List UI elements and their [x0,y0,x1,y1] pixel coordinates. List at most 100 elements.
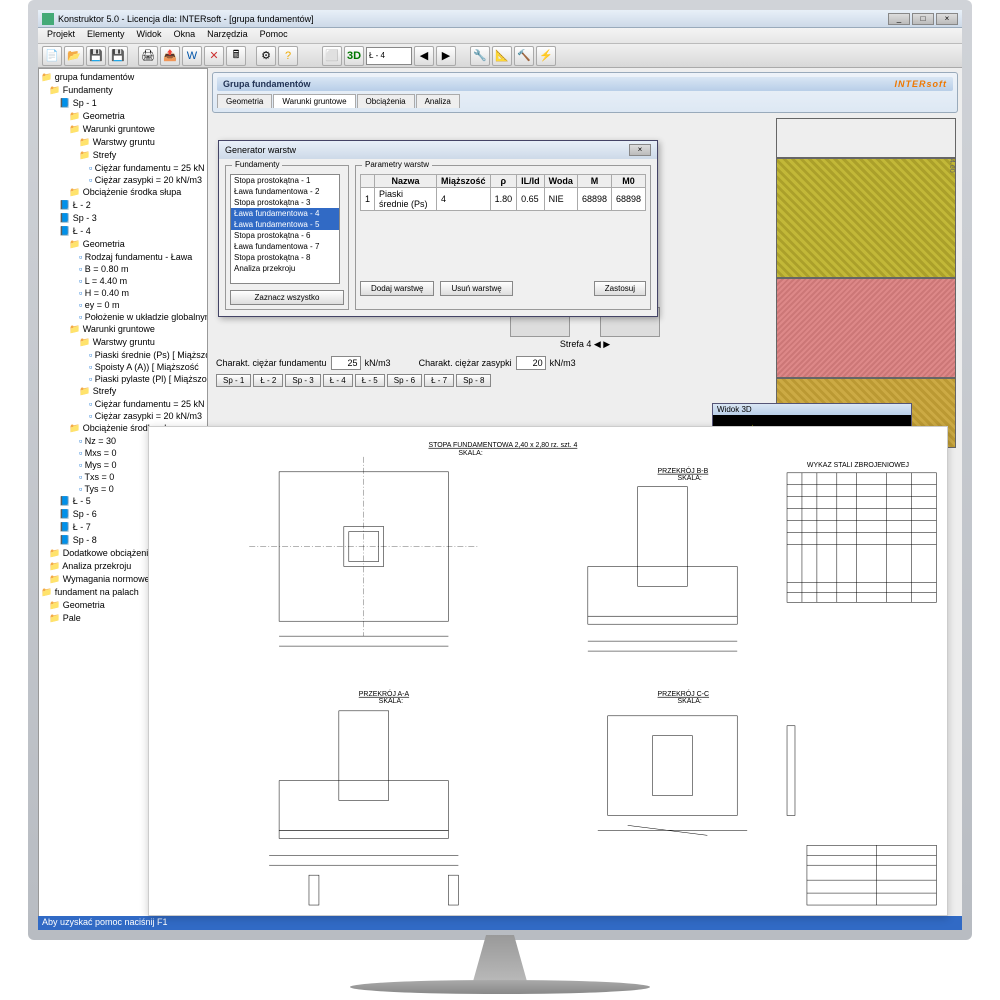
monitor-stand [430,935,570,985]
strefa-button[interactable]: Sp - 3 [285,374,320,387]
menu-widok[interactable]: Widok [132,28,167,43]
dialog-close-button[interactable]: × [629,144,651,156]
tab-obciazenia[interactable]: Obciążenia [357,94,415,108]
tree-node[interactable]: ▫ Położenie w układzie globalnym [41,311,205,323]
list-item[interactable]: Stopa prostokątna - 3 [231,197,339,208]
help-icon[interactable]: ? [278,46,298,66]
remove-layer-button[interactable]: Usuń warstwę [440,281,512,296]
list-item[interactable]: Stopa prostokątna - 8 [231,252,339,263]
tree-node[interactable]: ▫ Piaski średnie (Ps) [ Miąższość [41,349,205,361]
tree-node[interactable]: 📁 Fundamenty [41,84,205,97]
tree-node[interactable]: 📁 Geometria [41,110,205,123]
strefa-button[interactable]: Sp - 8 [456,374,491,387]
menu-narzedzia[interactable]: Narzędzia [202,28,253,43]
tree-node[interactable]: ▫ B = 0.80 m [41,263,205,275]
export-icon[interactable]: 📤 [160,46,180,66]
generator-dialog: Generator warstw × Fundamenty Stopa pros… [218,140,658,317]
brand-logo: INTERsoft [895,79,948,89]
list-item[interactable]: Ława fundamentowa - 2 [231,186,339,197]
tool2-icon[interactable]: 📐 [492,46,512,66]
tree-node[interactable]: 📁 Warunki gruntowe [41,123,205,136]
tree-node[interactable]: 📁 grupa fundamentów [41,71,205,84]
tree-node[interactable]: 📘 Sp - 3 [41,212,205,225]
tree-node[interactable]: 📁 Geometria [41,238,205,251]
list-item[interactable]: Analiza przekroju [231,263,339,274]
save-icon[interactable]: 💾 [86,46,106,66]
list-item[interactable]: Ława fundamentowa - 7 [231,241,339,252]
settings-icon[interactable]: ⚙ [256,46,276,66]
strefa-button[interactable]: Ł - 7 [424,374,454,387]
apply-button[interactable]: Zastosuj [594,281,646,296]
tree-node[interactable]: 📁 Warstwy gruntu [41,136,205,149]
ciezar-zas-input[interactable] [516,356,546,370]
tree-node[interactable]: ▫ Piaski pylaste (Pl) [ Miąższość [41,373,205,385]
tree-node[interactable]: ▫ Ciężar fundamentu = 25 kN [41,398,205,410]
calc-icon[interactable]: 🖩 [226,46,246,66]
tree-node[interactable]: 📘 Ł - 4 [41,225,205,238]
maximize-button[interactable]: □ [912,13,934,25]
right-icon[interactable]: ▶ [436,46,456,66]
close-button[interactable]: × [936,13,958,25]
tab-analiza[interactable]: Analiza [416,94,460,108]
menu-pomoc[interactable]: Pomoc [255,28,293,43]
minimize-button[interactable]: _ [888,13,910,25]
strefa-label: Strefa 4 [560,339,592,349]
svg-text:WYKAZ STALI ZBROJENIOWEJ: WYKAZ STALI ZBROJENIOWEJ [807,462,909,469]
tab-geometria[interactable]: Geometria [217,94,272,108]
strefa-button[interactable]: Sp - 1 [216,374,251,387]
panel-title: Grupa fundamentów [223,79,311,89]
tree-node[interactable]: ▫ ey = 0 m [41,299,205,311]
tab-warunki[interactable]: Warunki gruntowe [273,94,355,108]
grp-fundamenty: Fundamenty [232,160,282,169]
tree-node[interactable]: ▫ Ciężar fundamentu = 25 kN [41,162,205,174]
tree-node[interactable]: ▫ Ciężar zasypki = 20 kN/m3 [41,174,205,186]
list-item[interactable]: Stopa prostokątna - 1 [231,175,339,186]
tool3-icon[interactable]: 🔨 [514,46,534,66]
list-item[interactable]: Ława fundamentowa - 5 [231,219,339,230]
menu-okna[interactable]: Okna [169,28,201,43]
print-icon[interactable]: 🖨 [138,46,158,66]
menu-elementy[interactable]: Elementy [82,28,130,43]
open-icon[interactable]: 📂 [64,46,84,66]
strefa-button[interactable]: Ł - 5 [355,374,385,387]
unit1: kN/m3 [365,358,391,368]
element-dropdown[interactable] [366,47,412,65]
svg-text:PRZEKRÓJ A-A: PRZEKRÓJ A-A [359,689,410,698]
new-icon[interactable]: 📄 [42,46,62,66]
tree-node[interactable]: ▫ Rodzaj fundamentu - Ława [41,251,205,263]
element-icon[interactable]: ⬜ [322,46,342,66]
list-item[interactable]: Ława fundamentowa - 4 [231,208,339,219]
ciezar-fund-input[interactable] [331,356,361,370]
strefa-button[interactable]: Sp - 6 [387,374,422,387]
tool1-icon[interactable]: 🔧 [470,46,490,66]
strefa-button[interactable]: Ł - 2 [253,374,283,387]
tree-node[interactable]: 📁 Warunki gruntowe [41,323,205,336]
tree-node[interactable]: 📘 Sp - 1 [41,97,205,110]
tree-node[interactable]: ▫ Ciężar zasypki = 20 kN/m3 [41,410,205,422]
layers-table[interactable]: NazwaMiąższośćρIL/IdWodaMM0 1 Piaski śre… [360,174,646,211]
menu-projekt[interactable]: Projekt [42,28,80,43]
tool4-icon[interactable]: ⚡ [536,46,556,66]
left-icon[interactable]: ◀ [414,46,434,66]
app-icon [42,13,54,25]
tree-node[interactable]: ▫ H = 0.40 m [41,287,205,299]
tree-node[interactable]: ▫ L = 4.40 m [41,275,205,287]
tree-node[interactable]: 📁 Warstwy gruntu [41,336,205,349]
tree-node[interactable]: 📁 Strefy [41,385,205,398]
toolbar-main: 📄 📂 💾 💾 🖨 📤 W ✕ 🖩 ⚙ ? ⬜ 3D ◀ ▶ 🔧 📐 🔨 ⚡ [38,44,962,68]
list-item[interactable]: Stopa prostokątna - 6 [231,230,339,241]
fundamenty-list[interactable]: Stopa prostokątna - 1Ława fundamentowa -… [230,174,340,284]
word-icon[interactable]: W [182,46,202,66]
saveas-icon[interactable]: 💾 [108,46,128,66]
strefa-button[interactable]: Ł - 4 [323,374,353,387]
delete-icon[interactable]: ✕ [204,46,224,66]
svg-text:PRZEKRÓJ C-C: PRZEKRÓJ C-C [658,689,709,698]
tree-node[interactable]: 📁 Obciążenie środka słupa [41,186,205,199]
dialog-title: Generator warstw [225,145,296,155]
select-all-button[interactable]: Zaznacz wszystko [230,290,344,305]
tree-node[interactable]: 📁 Strefy [41,149,205,162]
add-layer-button[interactable]: Dodaj warstwę [360,281,434,296]
tree-node[interactable]: ▫ Spoisty A (A)) [ Miąższość [41,361,205,373]
3d-button[interactable]: 3D [344,46,364,66]
tree-node[interactable]: 📘 Ł - 2 [41,199,205,212]
